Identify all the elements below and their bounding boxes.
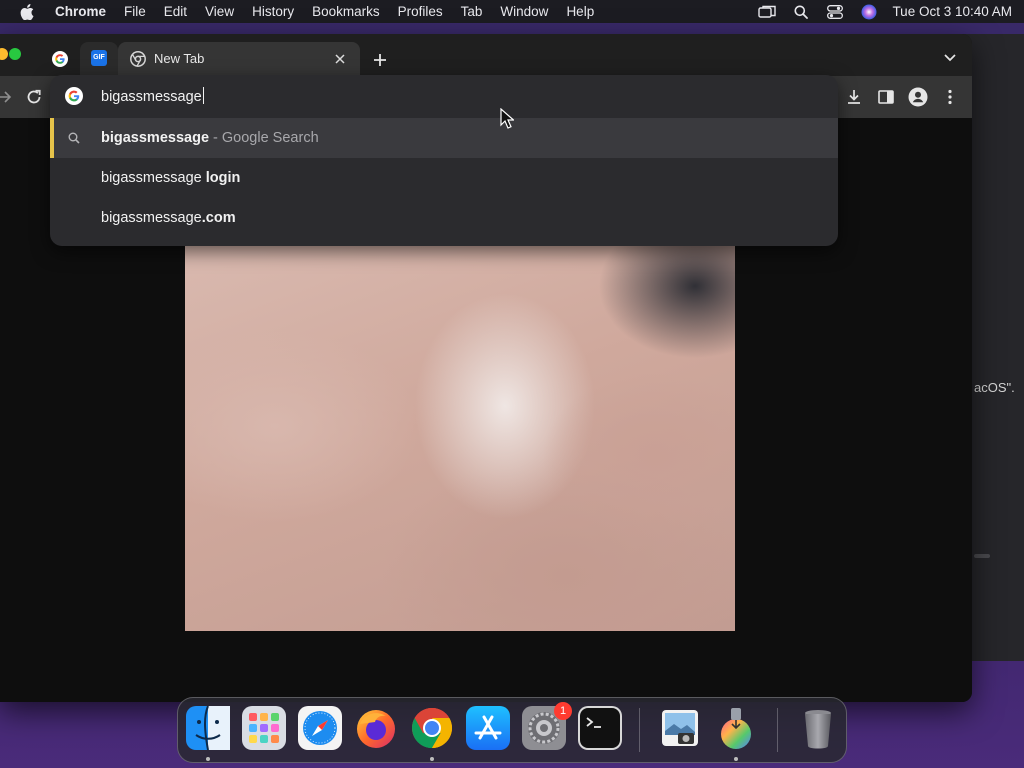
trash-icon[interactable] xyxy=(796,706,840,750)
downloads-icon[interactable] xyxy=(843,86,865,108)
chrome-menu-icon[interactable] xyxy=(939,86,961,108)
menu-clock[interactable]: Tue Oct 3 10:40 AM xyxy=(892,4,1012,19)
settings-notification-badge: 1 xyxy=(554,702,572,720)
mouse-cursor-icon xyxy=(500,107,516,130)
installer-running-dot xyxy=(734,757,738,761)
menu-history[interactable]: History xyxy=(243,4,303,19)
tab-google-favicon-icon[interactable] xyxy=(51,50,69,68)
menu-help[interactable]: Help xyxy=(557,4,603,19)
suggestion-bold: .com xyxy=(201,210,236,226)
minimize-window-button[interactable] xyxy=(0,48,8,60)
suggestion-prefix: bigassmessage xyxy=(101,170,206,186)
tab-strip: GIF New Tab xyxy=(0,34,972,76)
omnibox-query-text: bigassmessage xyxy=(101,89,202,105)
menu-edit[interactable]: Edit xyxy=(155,4,196,19)
active-tab-title: New Tab xyxy=(154,51,205,66)
menu-bar: Chrome File Edit View History Bookmarks … xyxy=(0,0,1024,23)
gif-favicon-icon: GIF xyxy=(91,50,107,66)
chrome-running-dot xyxy=(430,757,434,761)
search-icon xyxy=(66,130,82,146)
menu-view[interactable]: View xyxy=(196,4,243,19)
omnibox-input: bigassmessage xyxy=(101,87,204,105)
menu-profiles[interactable]: Profiles xyxy=(389,4,452,19)
app-store-icon[interactable] xyxy=(466,706,510,750)
suggestion-text: bigassmessage.com xyxy=(101,210,236,226)
suggestion-dotcom[interactable]: bigassmessage.com xyxy=(50,198,838,238)
siri-icon[interactable] xyxy=(859,2,879,22)
dock: 1 xyxy=(177,697,847,763)
suggestion-bold: login xyxy=(205,170,241,186)
dock-separator xyxy=(639,708,640,752)
suggestion-prefix: bigassmessage xyxy=(101,210,202,226)
firefox-icon[interactable] xyxy=(354,706,398,750)
close-tab-icon[interactable] xyxy=(330,49,350,69)
side-panel-icon[interactable] xyxy=(875,86,897,108)
terminal-icon[interactable] xyxy=(578,706,622,750)
reload-icon[interactable] xyxy=(23,86,45,108)
suggestion-text: bigassmessage - Google Search xyxy=(101,130,319,146)
google-g-icon xyxy=(65,87,83,105)
suggestion-google-search[interactable]: bigassmessage - Google Search xyxy=(50,118,838,158)
forward-arrow-icon[interactable] xyxy=(0,86,16,108)
omnibox-dropdown: bigassmessage bigassmessage - Google Sea… xyxy=(50,75,838,246)
text-caret xyxy=(202,87,204,104)
suggestion-bold: bigassmessage xyxy=(101,130,210,146)
control-center-icon[interactable] xyxy=(825,2,845,22)
finder-icon[interactable] xyxy=(186,705,230,751)
chrome-icon[interactable] xyxy=(410,706,454,750)
apple-menu-icon[interactable] xyxy=(17,2,37,22)
finder-running-dot xyxy=(206,757,210,761)
tab-search-chevron-icon[interactable] xyxy=(940,48,960,68)
background-window-text: acOS". xyxy=(974,380,1015,395)
launchpad-icon[interactable] xyxy=(242,706,286,750)
installer-icon[interactable] xyxy=(714,706,758,750)
screen-mirroring-icon[interactable] xyxy=(757,2,777,22)
safari-icon[interactable] xyxy=(298,706,342,750)
selection-accent xyxy=(50,118,54,158)
chrome-favicon-icon xyxy=(130,51,146,67)
cat-gif-image xyxy=(185,246,735,631)
suggestion-suffix: - Google Search xyxy=(209,130,319,146)
menu-bookmarks[interactable]: Bookmarks xyxy=(303,4,389,19)
address-bar[interactable]: bigassmessage xyxy=(50,75,838,117)
dock-separator xyxy=(777,708,778,752)
suggestion-text: bigassmessage login xyxy=(101,170,240,186)
background-window-scroll-indicator xyxy=(974,554,990,558)
menu-app-name[interactable]: Chrome xyxy=(51,4,115,19)
preview-icon[interactable] xyxy=(658,706,702,750)
spotlight-search-icon[interactable] xyxy=(791,2,811,22)
tab-gif[interactable]: GIF xyxy=(80,42,118,76)
menu-file[interactable]: File xyxy=(115,4,155,19)
tab-new-tab[interactable]: New Tab xyxy=(118,42,360,76)
menu-window[interactable]: Window xyxy=(491,4,557,19)
menu-tab[interactable]: Tab xyxy=(452,4,492,19)
new-tab-button[interactable] xyxy=(368,48,392,72)
profile-avatar-icon[interactable] xyxy=(907,86,929,108)
zoom-window-button[interactable] xyxy=(9,48,21,60)
suggestion-login[interactable]: bigassmessage login xyxy=(50,158,838,198)
